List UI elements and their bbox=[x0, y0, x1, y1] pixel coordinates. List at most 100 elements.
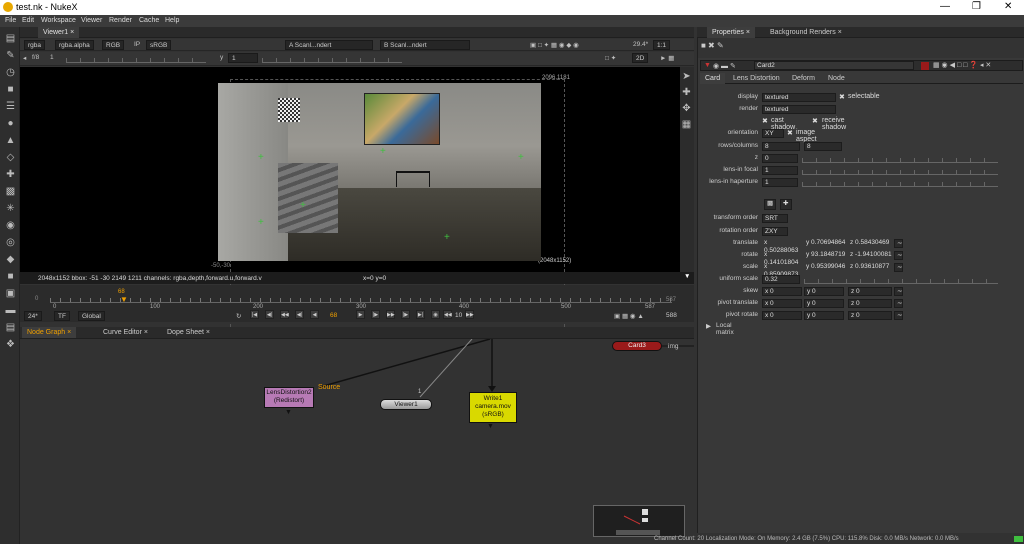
fps-dropdown[interactable]: 24* bbox=[24, 311, 42, 321]
local-matrix-expand-icon[interactable]: ▶ bbox=[706, 322, 711, 330]
filter-tool-icon[interactable]: ● bbox=[5, 118, 16, 129]
increment-back-button[interactable]: ◀◀ bbox=[443, 310, 452, 319]
pivot-translate-y-field[interactable]: y 0 bbox=[804, 299, 844, 308]
step-forward-increment-button[interactable]: ▶▶ bbox=[386, 310, 395, 319]
channels-dropdown[interactable]: rgba bbox=[24, 40, 46, 50]
rotate-z-field[interactable]: z -1.94100081 bbox=[848, 251, 894, 260]
tab-viewer1[interactable]: Viewer1 × bbox=[38, 27, 80, 38]
metadata-tool-icon[interactable]: ◆ bbox=[5, 254, 16, 265]
tab-curve-editor[interactable]: Curve Editor × bbox=[98, 327, 153, 338]
pivot-rotate-z-field[interactable]: z 0 bbox=[848, 311, 892, 320]
minimize-icon[interactable]: — bbox=[940, 1, 950, 12]
colorspace-dropdown[interactable]: sRGB bbox=[146, 40, 172, 50]
goto-end-button[interactable]: ▶| bbox=[416, 310, 425, 319]
tab-lens-distortion[interactable]: Lens Distortion bbox=[728, 73, 785, 84]
scale-x-field[interactable]: x 0.85909873 bbox=[762, 263, 804, 278]
menu-cache[interactable]: Cache bbox=[139, 17, 159, 24]
fstop-icon[interactable]: ◂ bbox=[23, 54, 26, 62]
step-back-button[interactable]: ◀| bbox=[295, 310, 304, 319]
increment-forward-button[interactable]: ▶▶ bbox=[465, 310, 474, 319]
translate-y-field[interactable]: y 0.70694864 bbox=[804, 239, 848, 248]
tab-dope-sheet[interactable]: Dope Sheet × bbox=[162, 327, 215, 338]
gain-slider[interactable] bbox=[66, 54, 206, 63]
furnace-tool-icon[interactable]: ▬ bbox=[5, 305, 16, 316]
channel-tool-icon[interactable]: ■ bbox=[5, 84, 16, 95]
alpha-dropdown[interactable]: rgba.alpha bbox=[55, 40, 94, 50]
uniform-scale-slider[interactable] bbox=[804, 275, 998, 284]
draw-tool-icon[interactable]: ✎ bbox=[5, 50, 16, 61]
goto-start-button[interactable]: |◀ bbox=[250, 310, 259, 319]
focal-slider[interactable] bbox=[802, 166, 998, 175]
viewer-node[interactable]: Viewer1 bbox=[380, 399, 432, 410]
close-icon[interactable]: ✕ bbox=[1004, 1, 1012, 12]
uniform-scale-field[interactable]: 0.32 bbox=[762, 275, 800, 284]
skew-y-field[interactable]: y 0 bbox=[804, 287, 844, 296]
overlay-icons[interactable]: ▣ □ ✦ ▦ ◉ ◆ ◉ bbox=[530, 41, 579, 49]
loop-icon[interactable]: ↻ bbox=[236, 312, 241, 320]
deep-tool-icon[interactable]: ◉ bbox=[5, 220, 16, 231]
roi-icon[interactable]: □ ✦ bbox=[605, 54, 616, 62]
ip-toggle[interactable]: IP bbox=[134, 41, 140, 48]
3d-tool-icon[interactable]: ▩ bbox=[5, 186, 16, 197]
rotate-y-field[interactable]: y 93.1848719 bbox=[804, 251, 848, 260]
merge-tool-icon[interactable]: ◇ bbox=[5, 152, 16, 163]
particles-tool-icon[interactable]: ✳ bbox=[5, 203, 16, 214]
scale-tool-icon[interactable]: ▦ bbox=[681, 119, 692, 130]
render-dropdown[interactable]: textured bbox=[762, 105, 836, 114]
menu-edit[interactable]: Edit bbox=[22, 17, 34, 24]
node-graph-minimap[interactable] bbox=[593, 505, 685, 537]
orientation-dropdown[interactable]: XY bbox=[762, 129, 784, 138]
pivot-rotate-y-field[interactable]: y 0 bbox=[804, 311, 844, 320]
ocula-tool-icon[interactable]: ▤ bbox=[5, 322, 16, 333]
pivot-translate-x-field[interactable]: x 0 bbox=[762, 299, 802, 308]
transform-order-dropdown[interactable]: SRT bbox=[762, 214, 788, 223]
move-tool-icon[interactable]: ✥ bbox=[681, 103, 692, 114]
tab-deform[interactable]: Deform bbox=[787, 73, 820, 84]
track-marker[interactable]: + bbox=[444, 233, 450, 243]
play-backward-button[interactable]: ◀ bbox=[310, 310, 319, 319]
timeline-ruler[interactable] bbox=[50, 293, 672, 303]
color-tool-icon[interactable]: ☰ bbox=[5, 101, 16, 112]
selectable-checkbox[interactable]: ✖ bbox=[839, 93, 845, 101]
input-a-dropdown[interactable]: A Scanl...ndert bbox=[285, 40, 373, 50]
translate-anim-icon[interactable]: ∼ bbox=[894, 239, 903, 248]
pivot-translate-z-field[interactable]: z 0 bbox=[848, 299, 892, 308]
time-tool-icon[interactable]: ◷ bbox=[5, 67, 16, 78]
tf-dropdown[interactable]: TF bbox=[54, 311, 70, 321]
menu-viewer[interactable]: Viewer bbox=[81, 17, 102, 24]
pivot-rotate-x-field[interactable]: x 0 bbox=[762, 311, 802, 320]
axis-menu-icon[interactable]: ✚ bbox=[780, 199, 792, 210]
transform-tool-icon[interactable]: ✚ bbox=[5, 169, 16, 180]
translate-tool-icon[interactable]: ✚ bbox=[681, 87, 692, 98]
track-marker[interactable]: + bbox=[300, 201, 306, 211]
scale-z-field[interactable]: z 0.93610877 bbox=[848, 263, 894, 272]
rows-field[interactable]: 8 bbox=[762, 142, 800, 151]
z-slider[interactable] bbox=[802, 154, 998, 163]
fstop-value[interactable]: f/8 bbox=[32, 54, 39, 61]
menu-workspace[interactable]: Workspace bbox=[41, 17, 76, 24]
playhead-marker[interactable]: ▼ bbox=[120, 295, 128, 304]
focal-field[interactable]: 1 bbox=[762, 166, 798, 175]
pivot-rotate-anim-icon[interactable]: ∼ bbox=[894, 311, 903, 320]
rgb-dropdown[interactable]: RGB bbox=[102, 40, 125, 50]
columns-field[interactable]: 8 bbox=[804, 142, 842, 151]
node-header-icons[interactable]: ◉ ▬ ✎ bbox=[713, 62, 736, 70]
track-marker[interactable]: + bbox=[258, 218, 264, 228]
frame-step-field[interactable]: 1 bbox=[50, 54, 54, 61]
haperture-slider[interactable] bbox=[802, 178, 998, 187]
maximize-icon[interactable]: ❐ bbox=[972, 1, 981, 12]
tab-background-renders[interactable]: Background Renders × bbox=[765, 27, 847, 38]
scale-anim-icon[interactable]: ∼ bbox=[894, 263, 903, 272]
display-dropdown[interactable]: textured bbox=[762, 93, 836, 102]
views-tool-icon[interactable]: ◎ bbox=[5, 237, 16, 248]
receive-shadow-checkbox[interactable]: ✖ bbox=[812, 117, 818, 125]
tab-node[interactable]: Node bbox=[823, 73, 850, 84]
skew-anim-icon[interactable]: ∼ bbox=[894, 287, 903, 296]
lens-distortion-node[interactable]: LensDistortion2 (Redistort) bbox=[264, 387, 314, 408]
input-b-dropdown[interactable]: B Scanl...ndert bbox=[380, 40, 470, 50]
node-name-field[interactable]: Card2 bbox=[754, 61, 914, 70]
write-node[interactable]: Write1 camera.mov (sRGB) bbox=[469, 392, 517, 423]
global-dropdown[interactable]: Global bbox=[78, 311, 105, 321]
collapse-icon[interactable]: ▼ bbox=[704, 62, 711, 69]
tab-card[interactable]: Card bbox=[700, 73, 726, 84]
